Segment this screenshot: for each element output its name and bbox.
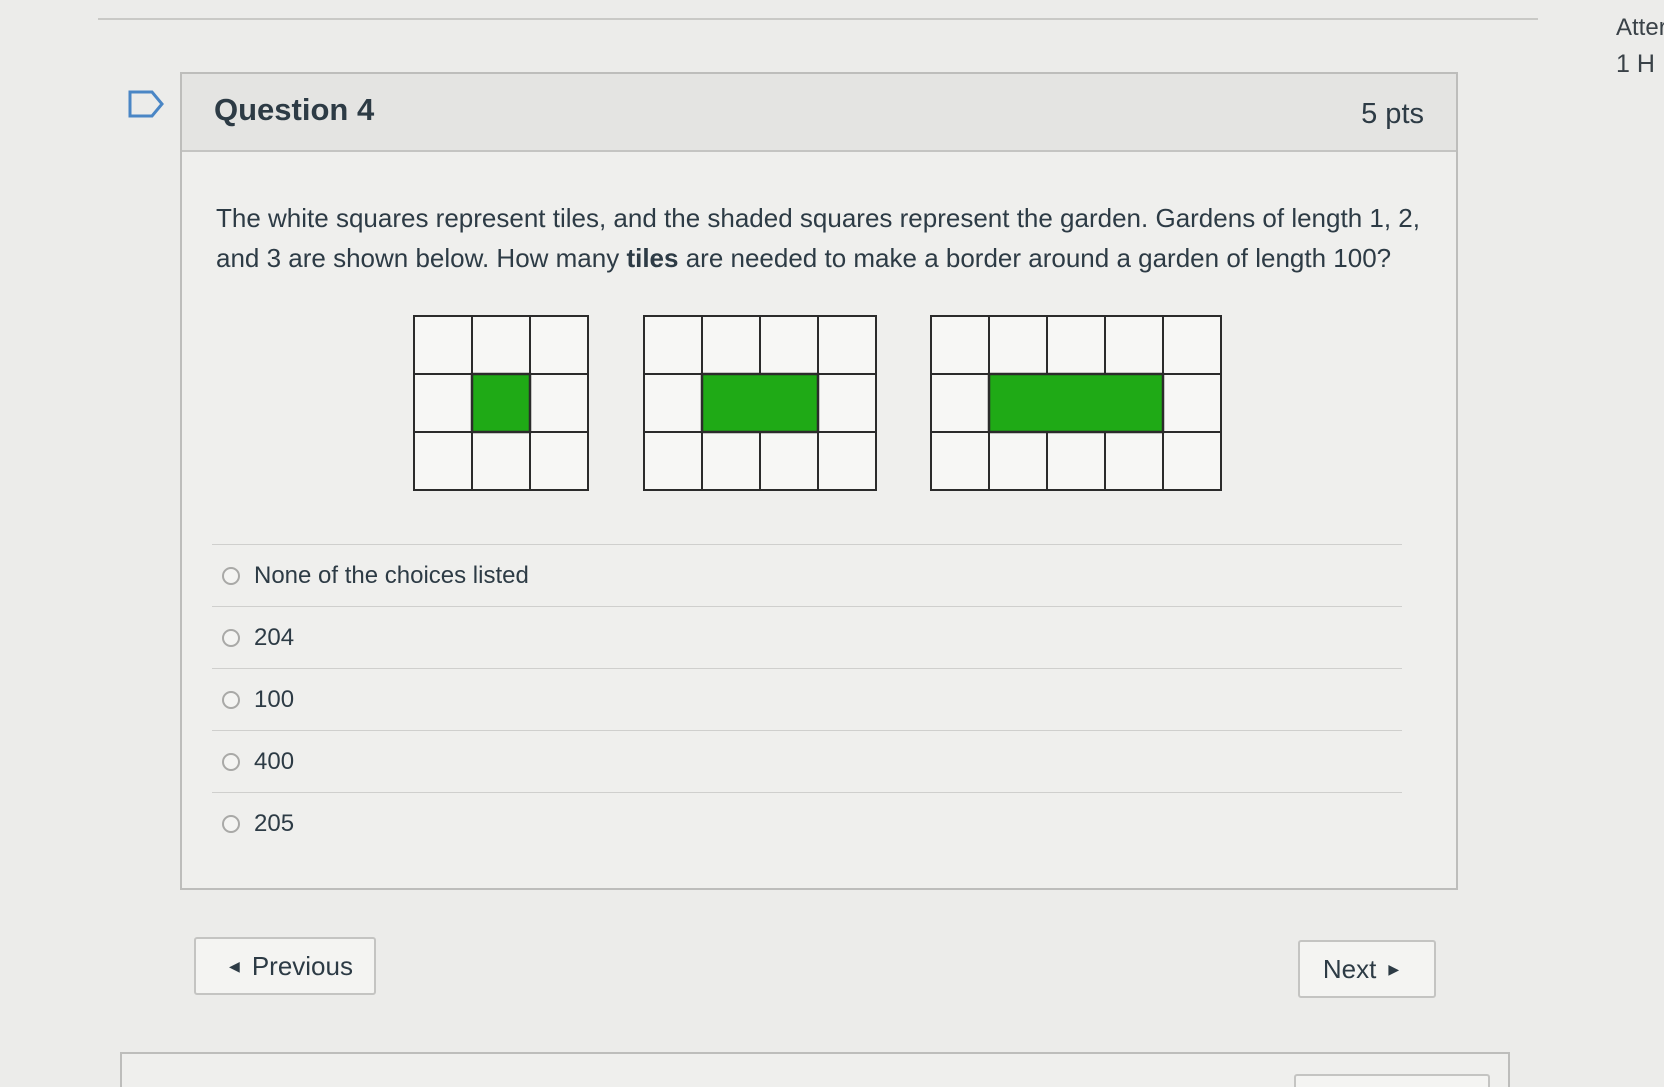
radio-button[interactable] bbox=[222, 814, 240, 833]
tile-square bbox=[1104, 315, 1164, 375]
tile-square bbox=[529, 315, 589, 375]
answer-label: 205 bbox=[254, 809, 295, 837]
garden-diagram-1 bbox=[413, 315, 589, 491]
tile-square bbox=[643, 315, 703, 375]
previous-button[interactable]: ◀ Previous bbox=[194, 937, 376, 995]
tile-square bbox=[759, 431, 819, 491]
answer-option[interactable]: 100 bbox=[212, 668, 1402, 730]
radio-button[interactable] bbox=[222, 628, 240, 647]
tile-square bbox=[759, 315, 819, 375]
answer-option[interactable]: 205 bbox=[212, 792, 1402, 854]
tile-square bbox=[471, 431, 531, 491]
radio-button[interactable] bbox=[222, 566, 240, 585]
tile-square bbox=[471, 315, 531, 375]
tile-square bbox=[701, 431, 761, 491]
garden-diagram-3 bbox=[930, 315, 1222, 491]
radio-button[interactable] bbox=[222, 752, 240, 771]
tile-square bbox=[930, 315, 990, 375]
answer-option[interactable]: None of the choices listed bbox=[212, 544, 1402, 606]
garden-shaded bbox=[700, 372, 820, 434]
tile-square bbox=[930, 373, 990, 433]
tile-square bbox=[988, 431, 1048, 491]
tile-square bbox=[529, 373, 589, 433]
garden-diagram-2 bbox=[643, 315, 877, 491]
tile-square bbox=[988, 315, 1048, 375]
tile-square bbox=[529, 431, 589, 491]
tile-square bbox=[413, 431, 473, 491]
answer-option[interactable]: 400 bbox=[212, 730, 1402, 792]
answer-option[interactable]: 204 bbox=[212, 606, 1402, 668]
quiz-page: Atter 1 H Question 4 5 pts The white squ… bbox=[0, 0, 1664, 1087]
garden-diagrams bbox=[413, 315, 1222, 491]
tile-square bbox=[817, 373, 877, 433]
garden-shaded bbox=[470, 372, 532, 434]
tile-square bbox=[643, 431, 703, 491]
caret-left-icon: ◀ bbox=[229, 957, 240, 974]
answer-label: None of the choices listed bbox=[254, 561, 529, 589]
tile-square bbox=[1162, 315, 1222, 375]
tile-square bbox=[817, 431, 877, 491]
answer-label: 400 bbox=[254, 747, 295, 775]
question-card: Question 4 5 pts The white squares repre… bbox=[180, 72, 1458, 890]
previous-label: Previous bbox=[251, 950, 353, 981]
bottom-button[interactable] bbox=[1294, 1074, 1490, 1087]
garden-shaded bbox=[987, 372, 1165, 434]
tile-square bbox=[817, 315, 877, 375]
caret-right-icon: ▶ bbox=[1388, 960, 1400, 977]
answer-list: None of the choices listed 204 100 400 205 bbox=[212, 544, 1402, 854]
next-button[interactable]: Next ▶ bbox=[1298, 940, 1436, 998]
tile-square bbox=[701, 315, 761, 375]
tile-square bbox=[1162, 431, 1222, 491]
flag-question-icon[interactable] bbox=[128, 90, 164, 118]
tile-square bbox=[1104, 431, 1164, 491]
tile-square bbox=[413, 373, 473, 433]
radio-button[interactable] bbox=[222, 690, 240, 709]
tile-square bbox=[643, 373, 703, 433]
tile-square bbox=[1046, 431, 1106, 491]
answer-label: 100 bbox=[254, 685, 295, 713]
answer-label: 204 bbox=[254, 623, 295, 651]
top-divider bbox=[98, 18, 1538, 20]
next-label: Next bbox=[1322, 953, 1377, 984]
tile-square bbox=[1162, 373, 1222, 433]
tile-square bbox=[413, 315, 473, 375]
side-panel-label: Atter bbox=[1616, 14, 1664, 41]
tile-square bbox=[1046, 315, 1106, 375]
tile-square bbox=[930, 431, 990, 491]
side-panel-value: 1 H bbox=[1616, 50, 1655, 78]
